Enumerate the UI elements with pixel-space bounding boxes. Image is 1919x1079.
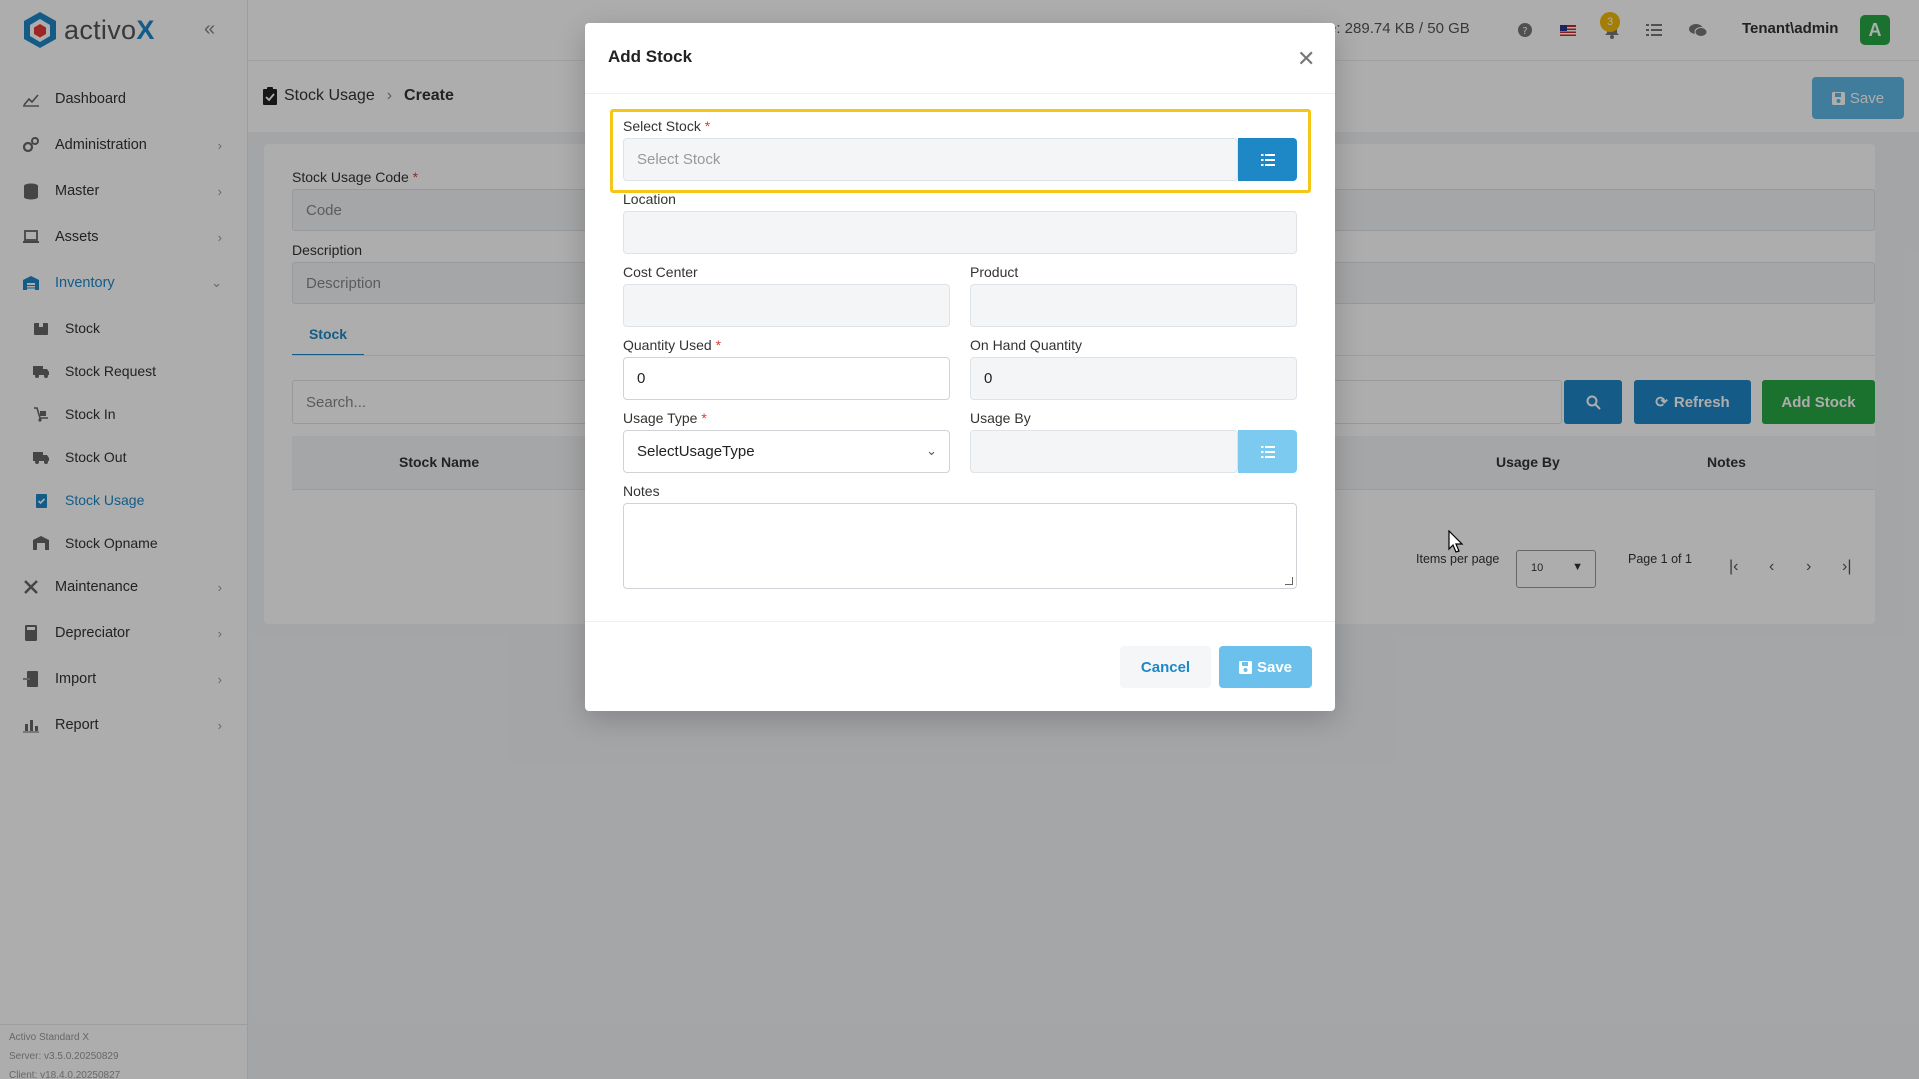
modal-footer-divider bbox=[585, 621, 1335, 622]
on-hand-quantity-label: On Hand Quantity bbox=[970, 337, 1083, 353]
usage-by-label: Usage By bbox=[970, 410, 1031, 426]
select-stock-label: Select Stock * bbox=[623, 118, 711, 134]
usage-type-label: Usage Type * bbox=[623, 410, 707, 426]
on-hand-quantity-input[interactable]: 0 bbox=[970, 357, 1297, 400]
list-icon bbox=[1260, 153, 1275, 166]
notes-textarea[interactable] bbox=[623, 503, 1297, 589]
location-label: Location bbox=[623, 191, 676, 207]
floppy-disk-icon bbox=[1238, 660, 1252, 674]
chevron-down-icon: ⌄ bbox=[926, 443, 937, 458]
usage-type-select[interactable]: SelectUsageType ⌄ bbox=[623, 430, 950, 473]
close-icon[interactable]: ✕ bbox=[1297, 46, 1315, 72]
usage-type-value: SelectUsageType bbox=[637, 443, 755, 460]
modal-title: Add Stock bbox=[608, 47, 693, 66]
quantity-used-label: Quantity Used * bbox=[623, 337, 722, 353]
cancel-button[interactable]: Cancel bbox=[1120, 646, 1211, 688]
select-stock-input[interactable]: Select Stock bbox=[623, 138, 1238, 181]
product-label: Product bbox=[970, 264, 1019, 280]
notes-label: Notes bbox=[623, 483, 660, 499]
cost-center-label: Cost Center bbox=[623, 264, 698, 280]
quantity-used-input[interactable]: 0 bbox=[623, 357, 950, 400]
save-button[interactable]: Save bbox=[1219, 646, 1312, 688]
mouse-cursor-icon bbox=[1448, 530, 1464, 553]
usage-by-input[interactable] bbox=[970, 430, 1238, 473]
modal-header-divider bbox=[585, 93, 1335, 94]
list-icon bbox=[1260, 445, 1275, 458]
resize-handle-icon[interactable] bbox=[1285, 577, 1293, 585]
usage-by-list-button[interactable] bbox=[1238, 430, 1297, 473]
select-stock-list-button[interactable] bbox=[1238, 138, 1297, 181]
save-label: Save bbox=[1256, 658, 1293, 676]
add-stock-modal: Add Stock ✕ Select Stock * Select Stock … bbox=[585, 23, 1335, 711]
product-input[interactable] bbox=[970, 284, 1297, 327]
location-input[interactable] bbox=[623, 211, 1297, 254]
cost-center-input[interactable] bbox=[623, 284, 950, 327]
